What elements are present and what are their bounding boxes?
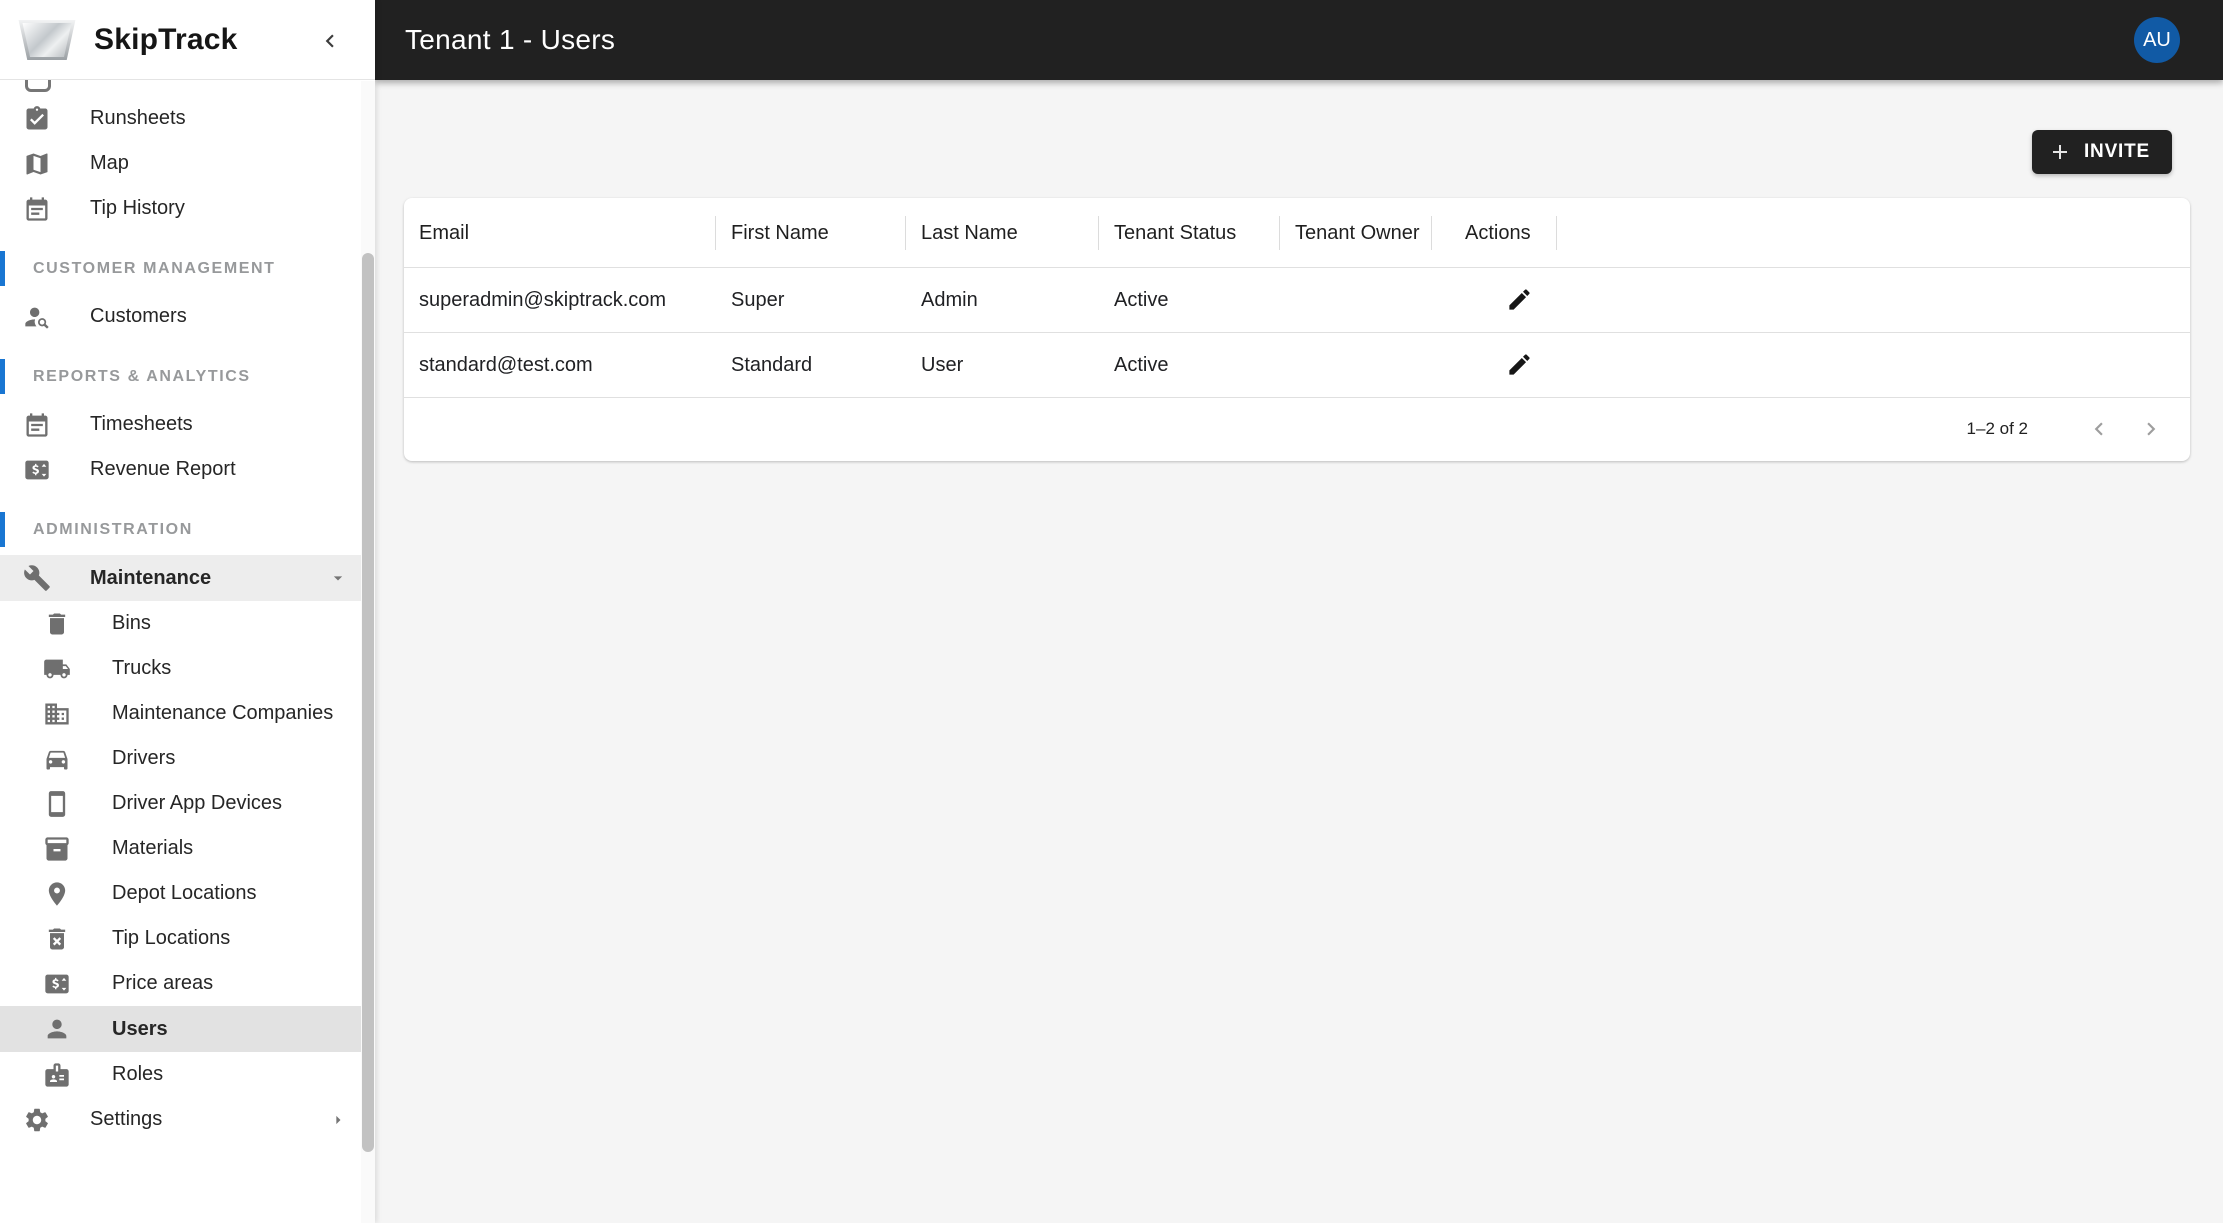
sidebar-item-tip-locations[interactable]: Tip Locations [0, 916, 375, 961]
cell-tenant-status: Active [1114, 353, 1169, 376]
chevron-right-icon [2147, 422, 2156, 436]
clipped-icon [25, 80, 51, 92]
sidebar-item-maintenance[interactable]: Maintenance [0, 555, 375, 601]
sidebar: SkipTrack Runsheets Map Tip History CUST… [0, 0, 375, 1223]
section-accent-bar [0, 359, 5, 394]
edit-user-button[interactable] [1502, 347, 1537, 382]
person-icon [47, 1019, 67, 1039]
collapse-sidebar-icon[interactable] [317, 28, 343, 54]
users-table-card: Email First Name Last Name Tenant Status… [404, 198, 2190, 461]
sidebar-item-trucks[interactable]: Trucks [0, 646, 375, 691]
table-pagination: 1–2 of 2 [404, 398, 2190, 460]
sidebar-item-roles[interactable]: Roles [0, 1052, 375, 1097]
sidebar-item-map[interactable]: Map [0, 141, 375, 186]
sidebar-item-price-areas[interactable]: Price areas [0, 961, 375, 1006]
column-header-email: Email [404, 198, 716, 268]
cell-last-name: Admin [921, 288, 978, 311]
column-header-first-name: First Name [716, 198, 906, 268]
app-name: SkipTrack [94, 22, 238, 56]
cell-last-name: User [921, 353, 964, 376]
sidebar-scrollbar-track[interactable] [361, 81, 375, 1223]
previous-page-button[interactable] [2086, 416, 2112, 442]
section-customer-management: CUSTOMER MANAGEMENT [0, 251, 375, 286]
avatar[interactable]: AU [2134, 17, 2180, 63]
sidebar-item-drivers[interactable]: Drivers [0, 736, 375, 781]
page-title: Tenant 1 - Users [405, 24, 616, 55]
sidebar-item-maintenance-companies[interactable]: Maintenance Companies [0, 691, 375, 736]
car-icon [46, 750, 68, 769]
building-icon [45, 703, 69, 724]
trash-x-icon [48, 928, 66, 949]
sidebar-item-settings[interactable]: Settings [0, 1097, 375, 1142]
chevron-down-icon[interactable] [328, 568, 348, 588]
truck-icon [44, 659, 70, 678]
sidebar-scrollbar-thumb[interactable] [362, 253, 374, 1152]
cell-tenant-status: Active [1114, 288, 1169, 311]
sidebar-item-materials[interactable]: Materials [0, 826, 375, 871]
sidebar-item-revenue-report[interactable]: Revenue Report [0, 447, 375, 492]
sidebar-item-runsheets[interactable]: Runsheets [0, 96, 375, 141]
cell-email: standard@test.com [419, 353, 593, 376]
skip-bin-logo-icon [18, 20, 76, 60]
table-row: standard@test.com Standard User Active [404, 333, 2190, 398]
section-reports-analytics: REPORTS & ANALYTICS [0, 359, 375, 394]
chevron-right-expander-icon[interactable] [328, 1110, 348, 1130]
cell-actions [1432, 347, 1557, 384]
box-icon [45, 836, 69, 861]
sidebar-nav: Runsheets Map Tip History CUSTOMER MANAG… [0, 80, 375, 1142]
chevron-left-icon [2094, 422, 2103, 436]
edit-user-button[interactable] [1502, 282, 1537, 317]
calendar-icon [26, 412, 48, 437]
column-header-last-name: Last Name [906, 198, 1099, 268]
clipped-nav-item[interactable] [0, 80, 375, 96]
cell-email: superadmin@skiptrack.com [419, 288, 667, 311]
calendar-icon [26, 196, 48, 221]
next-page-button[interactable] [2138, 416, 2164, 442]
main-content: INVITE Email First Name Last Name Tenant… [375, 80, 2223, 1223]
table-header-row: Email First Name Last Name Tenant Status… [404, 198, 2190, 268]
runsheets-icon [26, 105, 48, 129]
pagination-range-label: 1–2 of 2 [1966, 419, 2028, 438]
badge-icon [45, 1062, 69, 1087]
cell-first-name: Standard [731, 353, 813, 376]
pin-icon [48, 881, 66, 906]
money-badge-icon [45, 974, 69, 993]
column-header-tenant-status: Tenant Status [1099, 198, 1280, 268]
wrench-icon [24, 565, 50, 591]
cell-actions [1432, 282, 1557, 319]
table-row: superadmin@skiptrack.com Super Admin Act… [404, 268, 2190, 333]
person-search-icon [25, 307, 49, 329]
section-administration: ADMINISTRATION [0, 512, 375, 547]
section-accent-bar [0, 251, 5, 286]
pencil-icon [1509, 353, 1530, 375]
sidebar-item-driver-app-devices[interactable]: Driver App Devices [0, 781, 375, 826]
cell-first-name: Super [731, 288, 785, 311]
sidebar-item-tip-history[interactable]: Tip History [0, 186, 375, 231]
trash-icon [48, 613, 66, 634]
map-icon [26, 153, 48, 174]
sidebar-item-bins[interactable]: Bins [0, 601, 375, 646]
top-bar: Tenant 1 - Users AU [375, 0, 2223, 80]
sidebar-item-users[interactable]: Users [0, 1006, 375, 1052]
smartphone-icon [48, 790, 66, 817]
invite-button[interactable]: INVITE [2031, 130, 2172, 174]
sidebar-item-timesheets[interactable]: Timesheets [0, 402, 375, 447]
pencil-icon [1509, 288, 1530, 310]
money-badge-icon [25, 460, 49, 479]
column-header-tenant-owner: Tenant Owner [1280, 198, 1432, 268]
sidebar-header: SkipTrack [0, 0, 375, 80]
section-accent-bar [0, 512, 5, 547]
column-header-filler [1557, 198, 2190, 268]
sidebar-item-depot-locations[interactable]: Depot Locations [0, 871, 375, 916]
gear-icon [26, 1108, 48, 1131]
plus-icon [2052, 145, 2067, 159]
column-header-actions: Actions [1432, 198, 1557, 268]
sidebar-item-customers[interactable]: Customers [0, 294, 375, 339]
